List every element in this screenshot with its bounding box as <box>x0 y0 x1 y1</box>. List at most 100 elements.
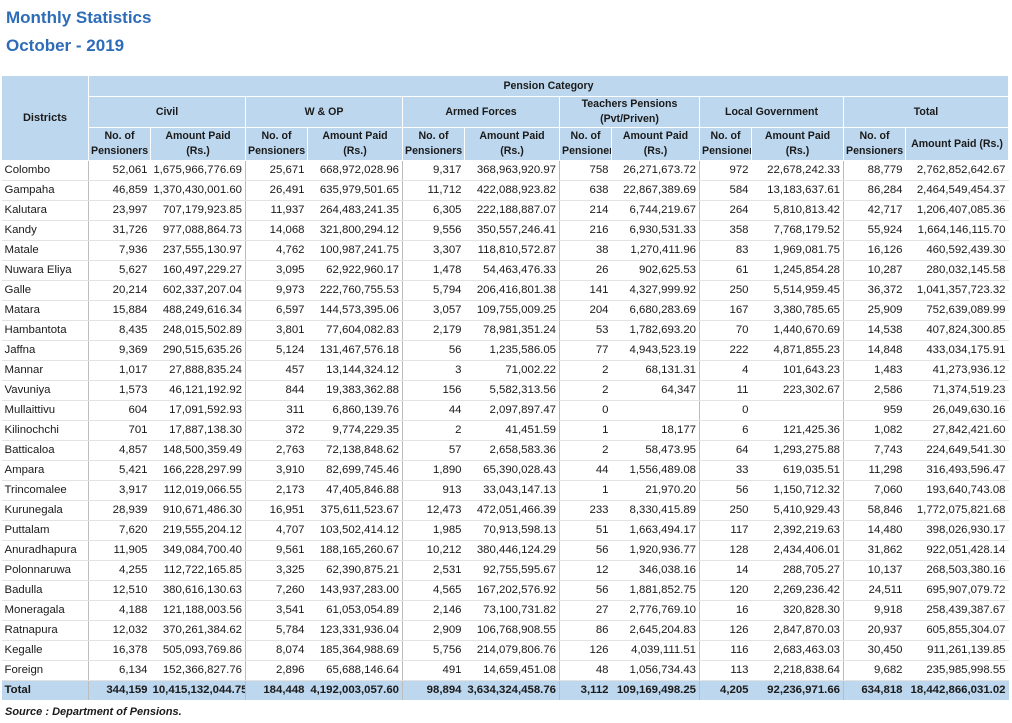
pensioners-cell: 10,287 <box>843 260 906 281</box>
subheader-no-of-pensioners: No. of Pensioners <box>88 127 151 161</box>
district-name: Trincomalee <box>1 480 89 501</box>
pensioners-cell: 1,985 <box>402 520 465 541</box>
amount-cell: 106,768,908.55 <box>464 620 560 641</box>
district-name: Vavuniya <box>1 380 89 401</box>
pensioners-cell: 9,556 <box>402 220 465 241</box>
amount-cell: 1,056,734.43 <box>611 660 700 681</box>
pensioners-cell: 1,017 <box>88 360 151 381</box>
amount-cell: 707,179,923.85 <box>150 200 246 221</box>
amount-cell: 222,188,887.07 <box>464 200 560 221</box>
district-name: Kegalle <box>1 640 89 661</box>
pensioners-cell: 10,137 <box>843 560 906 581</box>
pensioners-cell: 1 <box>559 420 612 441</box>
amount-cell: 1,206,407,085.36 <box>905 200 1009 221</box>
pensioners-cell: 70 <box>699 320 752 341</box>
amount-cell: 1,440,670.69 <box>751 320 844 341</box>
amount-cell: 160,497,229.27 <box>150 260 246 281</box>
amount-cell: 922,051,428.14 <box>905 540 1009 561</box>
amount-cell: 77,604,082.83 <box>307 320 403 341</box>
pensioners-cell: 88,779 <box>843 160 906 181</box>
pensioners-cell: 14,538 <box>843 320 906 341</box>
pensioners-cell: 113 <box>699 660 752 681</box>
pensioners-cell: 156 <box>402 380 465 401</box>
pensioners-cell: 2,531 <box>402 560 465 581</box>
amount-cell: 118,810,572.87 <box>464 240 560 261</box>
amount-cell: 58,473.95 <box>611 440 700 461</box>
amount-cell: 350,557,246.41 <box>464 220 560 241</box>
amount-cell: 4,327,999.92 <box>611 280 700 301</box>
amount-cell: 2,464,549,454.37 <box>905 180 1009 201</box>
pensioners-cell: 30,450 <box>843 640 906 661</box>
pensioners-cell: 7,260 <box>245 580 308 601</box>
pensioners-cell: 3,057 <box>402 300 465 321</box>
amount-cell: 1,370,430,001.60 <box>150 180 246 201</box>
pensioners-cell: 8,074 <box>245 640 308 661</box>
pensioners-cell: 250 <box>699 280 752 301</box>
pensioners-cell: 7,060 <box>843 480 906 501</box>
amount-cell: 193,640,743.08 <box>905 480 1009 501</box>
pensioners-cell: 491 <box>402 660 465 681</box>
pensioners-cell: 358 <box>699 220 752 241</box>
amount-cell: 13,144,324.12 <box>307 360 403 381</box>
pensioners-cell: 55,924 <box>843 220 906 241</box>
group-header-total: Total <box>842 96 1010 128</box>
pensioners-cell: 311 <box>245 400 308 421</box>
pensioners-cell: 51 <box>559 520 612 541</box>
pensioners-cell: 20,214 <box>88 280 151 301</box>
pensioners-cell: 16,378 <box>88 640 151 661</box>
amount-cell: 21,970.20 <box>611 480 700 501</box>
amount-cell: 112,722,165.85 <box>150 560 246 581</box>
group-header-local-government: Local Government <box>699 96 844 128</box>
amount-cell: 2,645,204.83 <box>611 620 700 641</box>
district-name: Ratnapura <box>1 620 89 641</box>
pensioners-cell: 12,510 <box>88 580 151 601</box>
amount-cell: 695,907,079.72 <box>905 580 1009 601</box>
pensioners-cell: 14,068 <box>245 220 308 241</box>
pensioners-cell: 8,435 <box>88 320 151 341</box>
pensioners-cell: 56 <box>699 480 752 501</box>
pensioners-cell: 3,917 <box>88 480 151 501</box>
amount-cell: 71,374,519.23 <box>905 380 1009 401</box>
amount-cell: 1,556,489.08 <box>611 460 700 481</box>
amount-cell: 2,776,769.10 <box>611 600 700 621</box>
pensioners-cell: 33 <box>699 460 752 481</box>
pensioners-cell: 12,473 <box>402 500 465 521</box>
amount-cell: 214,079,806.76 <box>464 640 560 661</box>
amount-cell: 668,972,028.96 <box>307 160 403 181</box>
pensioners-cell: 64 <box>699 440 752 461</box>
pensioners-cell: 46,859 <box>88 180 151 201</box>
total-pensioners-cell: 3,112 <box>559 680 612 700</box>
amount-cell: 635,979,501.65 <box>307 180 403 201</box>
amount-cell: 237,555,130.97 <box>150 240 246 261</box>
pensioners-cell: 2,586 <box>843 380 906 401</box>
table-row: Kilinochchi 701 17,887,138.30 372 9,774,229.… <box>1 420 1009 441</box>
pensioners-cell: 11,937 <box>245 200 308 221</box>
pensioners-cell: 1,890 <box>402 460 465 481</box>
table-row: Kegalle 16,378 505,093,769.86 8,074 185,364,… <box>1 640 1009 661</box>
subheader-no-of-pensioners: No. of Pensioners <box>245 127 308 161</box>
amount-cell: 166,228,297.99 <box>150 460 246 481</box>
amount-cell: 71,002.22 <box>464 360 560 381</box>
pensioners-cell: 141 <box>559 280 612 301</box>
pensioners-cell: 2,896 <box>245 660 308 681</box>
pensioners-cell: 58,846 <box>843 500 906 521</box>
table-row: Ratnapura 12,032 370,261,384.62 5,784 123,33… <box>1 620 1009 641</box>
district-name: Moneragala <box>1 600 89 621</box>
pensioners-cell: 167 <box>699 300 752 321</box>
pensioners-cell: 16,126 <box>843 240 906 261</box>
amount-cell: 9,774,229.35 <box>307 420 403 441</box>
pensioners-cell: 15,884 <box>88 300 151 321</box>
amount-cell: 460,592,439.30 <box>905 240 1009 261</box>
pensioners-cell: 83 <box>699 240 752 261</box>
amount-cell: 46,121,192.92 <box>150 380 246 401</box>
pensioners-cell: 5,124 <box>245 340 308 361</box>
pensioners-cell: 2,173 <box>245 480 308 501</box>
total-row: Total 344,159 10,415,132,044.75 184,448 4,19… <box>1 680 1009 700</box>
pensioners-cell: 11,712 <box>402 180 465 201</box>
amount-cell: 380,446,124.29 <box>464 540 560 561</box>
pensioners-cell: 250 <box>699 500 752 521</box>
pensioners-cell: 3,307 <box>402 240 465 261</box>
amount-cell: 602,337,207.04 <box>150 280 246 301</box>
amount-cell: 1,235,586.05 <box>464 340 560 361</box>
subheader-row: No. of Pensioners Amount Paid (Rs.) No. of… <box>2 127 1010 161</box>
